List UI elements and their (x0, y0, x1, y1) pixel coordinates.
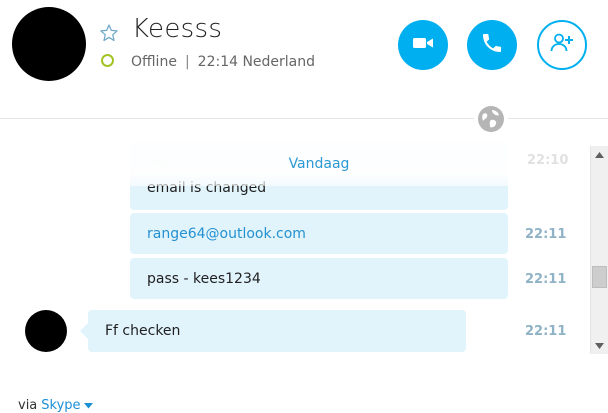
video-camera-icon (411, 31, 435, 59)
message-text: Ff checken (105, 323, 181, 339)
email-link[interactable]: range64@outlook.com (147, 226, 306, 242)
message-bubble: pass - kees1234 (130, 258, 508, 299)
phone-icon (480, 31, 504, 59)
add-contact-icon (549, 30, 575, 60)
voice-call-button[interactable] (467, 20, 517, 70)
scroll-thumb[interactable] (592, 266, 607, 288)
message-time: 22:11 (525, 227, 567, 242)
message-bubble: range64@outlook.com (130, 213, 508, 254)
globe-icon[interactable] (474, 104, 508, 134)
status-text: Offline (131, 54, 177, 70)
status-separator: | (184, 54, 190, 70)
message-time: 22:11 (525, 324, 567, 339)
scroll-up-arrow-icon[interactable] (591, 146, 608, 163)
message-text: pass - kees1234 (147, 270, 261, 287)
scroll-down-arrow-icon[interactable] (591, 337, 608, 354)
contact-status-line: Offline | 22:14 Nederland (131, 54, 315, 70)
chevron-down-icon (83, 398, 93, 413)
offline-status-icon (101, 54, 114, 67)
video-call-button[interactable] (398, 20, 448, 70)
day-separator: Vandaag (130, 142, 508, 186)
chat-scrollbar[interactable] (590, 146, 608, 354)
message-time: 22:11 (525, 272, 567, 287)
sender-avatar[interactable] (25, 310, 67, 352)
bubble-tail (80, 323, 88, 339)
message-bubble: Ff checken (88, 310, 466, 352)
service-name: Skype (41, 398, 81, 413)
contact-avatar[interactable] (12, 7, 86, 81)
conversation-service-selector: via Skype (18, 398, 93, 413)
header-divider (0, 118, 608, 119)
day-label: Vandaag (288, 156, 350, 172)
contact-name: Keesss (132, 14, 223, 44)
message-time: 22:10 (527, 153, 569, 168)
local-time-text: 22:14 Nederland (197, 54, 316, 70)
favorite-star-icon[interactable] (98, 22, 120, 44)
via-label: via (18, 398, 38, 413)
service-dropdown[interactable]: Skype (41, 398, 93, 413)
add-participant-button[interactable] (537, 20, 587, 70)
